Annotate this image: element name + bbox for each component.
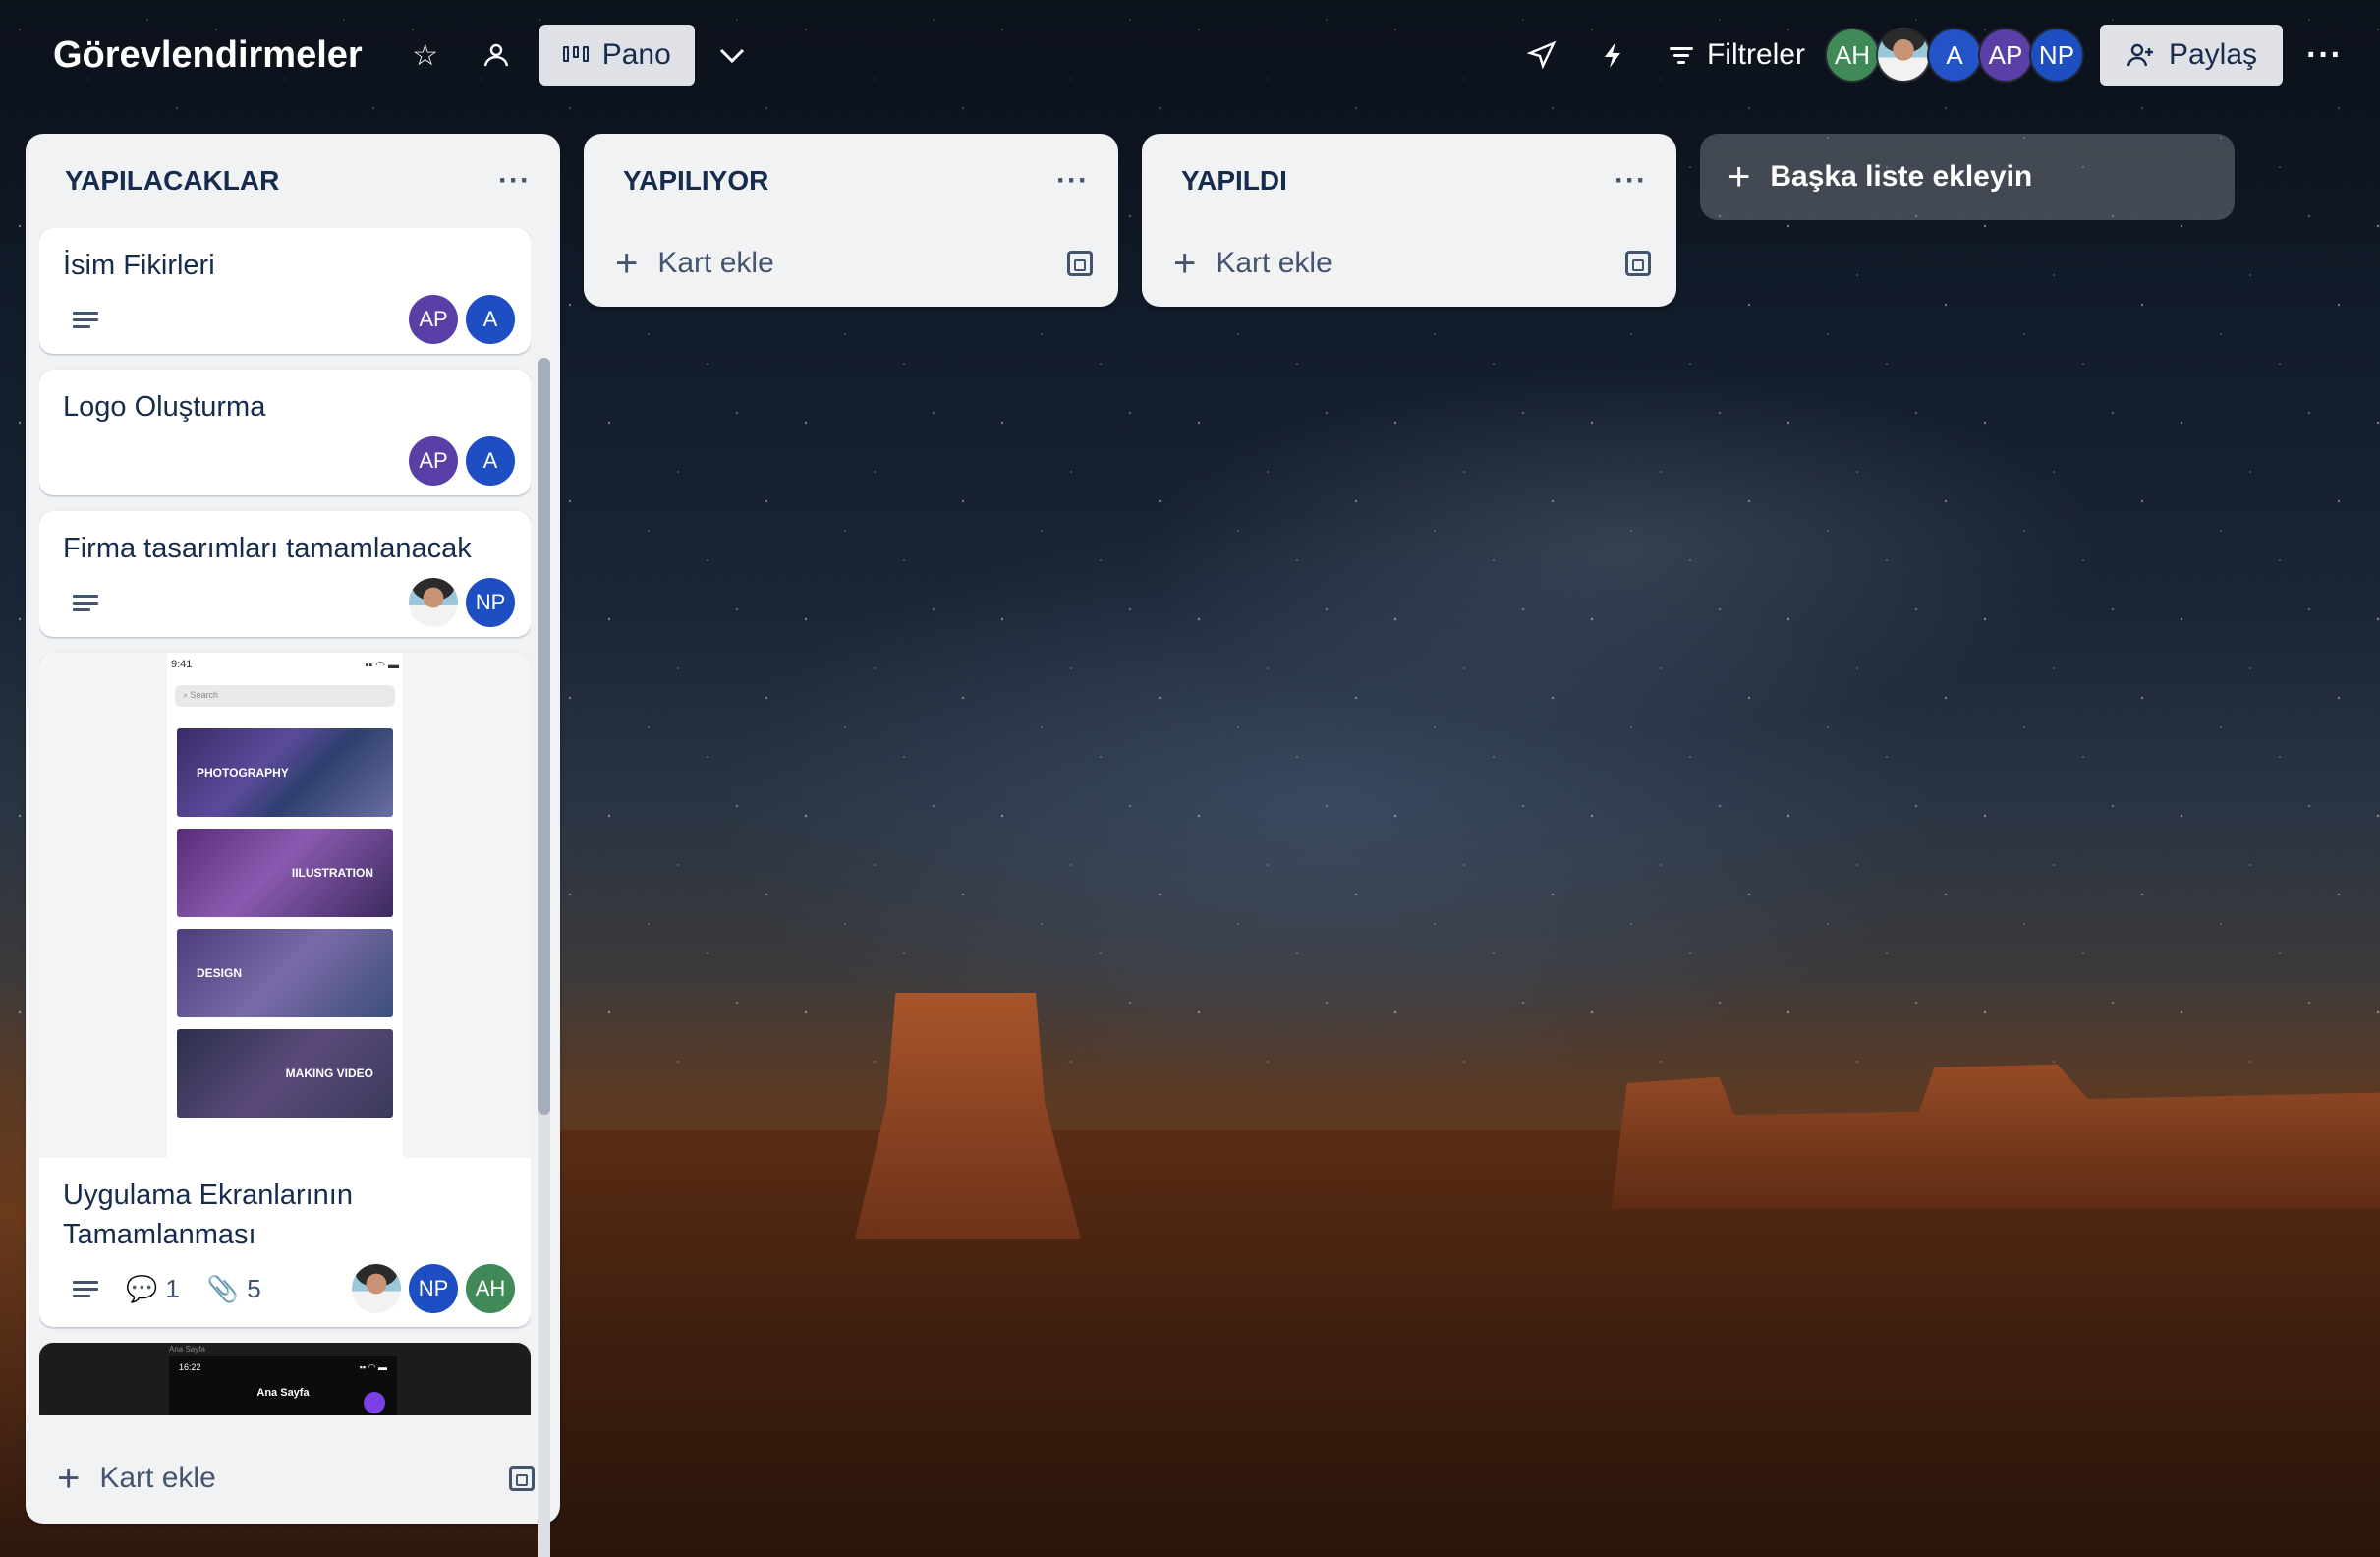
board-title[interactable]: Görevlendirmeler xyxy=(53,34,363,77)
star-icon[interactable]: ☆ xyxy=(398,28,453,83)
background-mesa-left xyxy=(855,993,1081,1239)
avatar[interactable]: A xyxy=(466,295,515,344)
plus-icon: + xyxy=(615,242,639,285)
filter-button[interactable]: Filtreler xyxy=(1669,38,1805,72)
preview-time: 16:22 xyxy=(179,1362,201,1372)
description-icon xyxy=(73,594,98,611)
background-mesa-right xyxy=(1612,1064,2380,1209)
card-uygulama-ekranlari[interactable]: 9:41 ▪▪ ◠ ▬ ⌕ Search PHOTOGRAPHY IILUSTRA… xyxy=(39,653,531,1327)
chevron-down-icon[interactable] xyxy=(705,28,760,83)
preview-tile: DESIGN xyxy=(177,929,393,1017)
list-yapilacaklar: YAPILACAKLAR ··· İsim Fikirleri AP A Log… xyxy=(26,134,560,1557)
avatar[interactable]: AP xyxy=(409,436,458,486)
card-template-icon[interactable] xyxy=(509,1466,535,1491)
list-title[interactable]: YAPILDI xyxy=(1181,165,1287,197)
preview-title: Ana Sayfa xyxy=(256,1387,310,1399)
share-label: Paylaş xyxy=(2168,38,2258,71)
board-view-button[interactable]: Pano xyxy=(538,25,695,86)
card-title: Firma tasarımları tamamlanacak xyxy=(63,533,472,564)
list-header[interactable]: YAPILIYOR ··· xyxy=(584,134,1118,228)
list-yapildi: YAPILDI ··· + Kart ekle xyxy=(1142,134,1676,307)
add-list-button[interactable]: + Başka liste ekleyin xyxy=(1700,134,2235,220)
preview-tile: PHOTOGRAPHY xyxy=(177,728,393,817)
avatar[interactable]: A xyxy=(1926,28,1982,83)
avatar[interactable]: AP xyxy=(1977,28,2033,83)
card-cover-image: 9:41 ▪▪ ◠ ▬ ⌕ Search PHOTOGRAPHY IILUSTRA… xyxy=(39,653,531,1158)
profile-icon xyxy=(364,1392,385,1413)
background-ground xyxy=(550,1130,2380,1557)
list-header[interactable]: YAPILDI ··· xyxy=(1142,134,1676,228)
add-card-button[interactable]: + Kart ekle xyxy=(584,228,1118,299)
avatar[interactable] xyxy=(409,578,458,627)
preview-time: 9:41 xyxy=(171,659,193,670)
preview-tile: IILUSTRATION xyxy=(177,829,393,917)
visibility-icon[interactable] xyxy=(469,28,524,83)
avatar[interactable]: NP xyxy=(2028,28,2084,83)
card-template-icon[interactable] xyxy=(1625,251,1651,276)
card-template-icon[interactable] xyxy=(1067,251,1093,276)
card-title: Logo Oluşturma xyxy=(63,391,266,423)
list-title[interactable]: YAPILIYOR xyxy=(623,165,768,197)
preview-label: Ana Sayfa xyxy=(169,1345,205,1354)
scrollbar-thumb[interactable] xyxy=(538,358,550,1115)
add-card-button[interactable]: + Kart ekle xyxy=(1142,228,1676,299)
card-ana-sayfa[interactable]: Ana Sayfa 16:22 ▪▪ ◠ ▬ Ana Sayfa xyxy=(39,1343,531,1415)
card-title: Uygulama Ekranlarının Tamamlanması xyxy=(63,1180,353,1250)
comments-badge: 💬 1 xyxy=(126,1273,180,1303)
card-logo-olusturma[interactable]: Logo Oluşturma AP A xyxy=(39,370,531,495)
comment-icon: 💬 xyxy=(126,1273,158,1303)
plus-icon: + xyxy=(57,1457,81,1500)
avatar[interactable]: NP xyxy=(466,578,515,627)
card-list: İsim Fikirleri AP A Logo Oluşturma AP A … xyxy=(39,228,531,1415)
description-icon xyxy=(73,311,98,328)
signal-icon: ▪▪ ◠ ▬ xyxy=(365,660,399,671)
plus-icon: + xyxy=(1173,242,1197,285)
plus-icon: + xyxy=(1728,154,1751,199)
power-ups-icon[interactable] xyxy=(1514,28,1569,83)
card-title: İsim Fikirleri xyxy=(63,250,215,281)
list-title[interactable]: YAPILACAKLAR xyxy=(65,165,279,197)
add-card-label: Kart ekle xyxy=(1216,247,1332,279)
board-view-label: Pano xyxy=(601,38,671,71)
card-isim-fikirleri[interactable]: İsim Fikirleri AP A xyxy=(39,228,531,354)
list-menu-icon[interactable]: ··· xyxy=(1056,164,1089,198)
board-members[interactable]: AH A AP NP xyxy=(1824,28,2084,83)
add-list-label: Başka liste ekleyin xyxy=(1770,160,2033,193)
board-header: Görevlendirmeler ☆ Pano Filtreler AH A A… xyxy=(0,0,2380,110)
attachments-badge: 📎 5 xyxy=(206,1273,261,1303)
list-menu-icon[interactable]: ··· xyxy=(498,164,531,198)
filter-label: Filtreler xyxy=(1706,38,1805,71)
preview-search: ⌕ Search xyxy=(175,685,395,707)
signal-icon: ▪▪ ◠ ▬ xyxy=(359,1362,387,1372)
list-menu-icon[interactable]: ··· xyxy=(1615,164,1647,198)
avatar[interactable] xyxy=(352,1264,401,1313)
filter-icon xyxy=(1669,46,1693,64)
add-card-button[interactable]: + Kart ekle xyxy=(26,1443,560,1514)
list-yapiliyor: YAPILIYOR ··· + Kart ekle xyxy=(584,134,1118,307)
avatar[interactable]: AH xyxy=(466,1264,515,1313)
avatar[interactable]: A xyxy=(466,436,515,486)
avatar[interactable]: NP xyxy=(409,1264,458,1313)
avatar[interactable] xyxy=(1875,28,1931,83)
share-button[interactable]: Paylaş xyxy=(2099,25,2284,86)
preview-tile: MAKING VIDEO xyxy=(177,1029,393,1118)
add-card-label: Kart ekle xyxy=(657,247,774,279)
card-firma-tasarimlari[interactable]: Firma tasarımları tamamlanacak NP xyxy=(39,511,531,637)
list-header[interactable]: YAPILACAKLAR ··· xyxy=(26,134,560,228)
avatar[interactable]: AH xyxy=(1824,28,1880,83)
board-view-icon xyxy=(562,46,589,64)
paperclip-icon: 📎 xyxy=(206,1273,240,1303)
board-menu-icon[interactable]: ··· xyxy=(2306,36,2343,75)
description-icon xyxy=(73,1280,98,1298)
add-person-icon xyxy=(2126,43,2153,67)
app-screen-preview: 9:41 ▪▪ ◠ ▬ ⌕ Search PHOTOGRAPHY IILUSTRA… xyxy=(167,653,403,1158)
automation-icon[interactable] xyxy=(1585,28,1640,83)
app-screen-preview: Ana Sayfa 16:22 ▪▪ ◠ ▬ Ana Sayfa xyxy=(169,1345,397,1415)
avatar[interactable]: AP xyxy=(409,295,458,344)
add-card-label: Kart ekle xyxy=(99,1462,216,1494)
